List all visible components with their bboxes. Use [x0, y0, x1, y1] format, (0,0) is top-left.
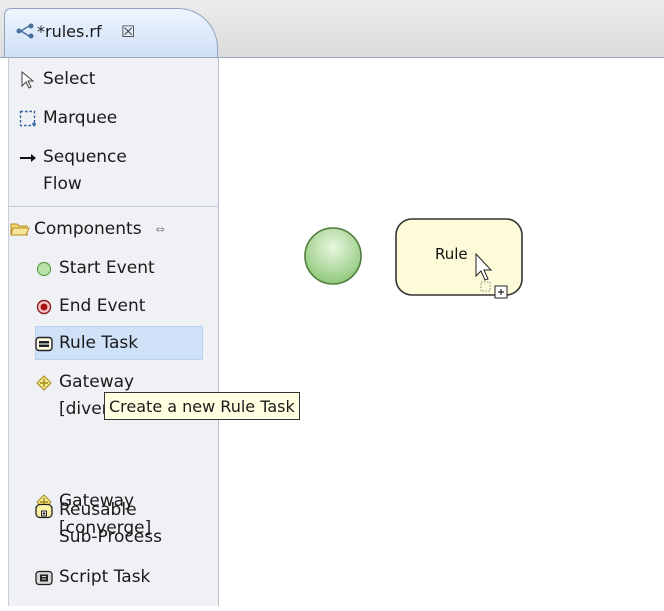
diagram-canvas[interactable]: Rule: [219, 58, 664, 606]
ruleflow-icon: [16, 23, 34, 39]
palette-item-label: Start Event: [59, 258, 155, 278]
gateway-icon: [35, 369, 53, 396]
end-event-icon: [35, 293, 53, 320]
rule-task-icon: [35, 330, 53, 357]
palette-tool-sequence-flow[interactable]: Sequence Flow: [19, 144, 127, 198]
close-icon[interactable]: ☒: [121, 22, 135, 41]
tooltip: Create a new Rule Task: [104, 392, 300, 420]
palette-tool-marquee[interactable]: Marquee: [19, 105, 117, 132]
palette-item-reusable-subprocess[interactable]: Reusable Sub-Process: [35, 497, 162, 551]
palette-item-start-event[interactable]: Start Event: [35, 255, 155, 282]
marquee-icon: [19, 105, 37, 132]
drawer-label: Components: [34, 219, 142, 239]
folder-open-icon: [8, 221, 32, 237]
palette-item-rule-task[interactable]: Rule Task: [35, 330, 138, 357]
palette-item-label: End Event: [59, 296, 146, 316]
rule-task-node[interactable]: Rule: [395, 218, 523, 296]
label-line: Reusable: [59, 500, 137, 520]
palette-tool-select[interactable]: Select: [19, 66, 95, 93]
palette-item-label: Reusable Sub-Process: [59, 497, 162, 551]
tab-title: *rules.rf: [37, 22, 102, 41]
script-task-icon: [35, 564, 53, 591]
label-line: Sub-Process: [59, 527, 162, 547]
editor-tab-bar: *rules.rf ☒: [0, 0, 664, 58]
pin-icon[interactable]: ⇔: [156, 223, 165, 236]
arrow-right-icon: [19, 144, 37, 171]
palette-item-end-event[interactable]: End Event: [35, 293, 145, 320]
palette-tool-label: Marquee: [43, 108, 118, 128]
palette-item-script-task[interactable]: Script Task: [35, 564, 150, 591]
components-drawer-header[interactable]: Components ⇔: [8, 215, 218, 243]
rule-task-node-label: Rule: [435, 245, 468, 263]
diagram-svg: Rule: [304, 218, 523, 299]
palette-divider: [9, 206, 219, 207]
label-line: Flow: [43, 174, 82, 194]
palette-item-label: Rule Task: [59, 333, 139, 353]
palette-panel: Select Marquee Sequence Flow Components …: [8, 58, 219, 606]
subprocess-icon: [35, 497, 53, 524]
palette-item-label: Script Task: [59, 567, 151, 587]
start-event-icon: [35, 255, 53, 282]
label-line: Gateway: [59, 372, 135, 392]
editor-tab-rules[interactable]: *rules.rf ☒: [4, 8, 218, 57]
start-event-node[interactable]: [304, 227, 362, 285]
palette-tool-label: Sequence Flow: [43, 144, 127, 198]
select-arrow-icon: [19, 66, 37, 93]
label-line: Sequence: [43, 147, 127, 167]
palette-tool-label: Select: [43, 69, 96, 89]
